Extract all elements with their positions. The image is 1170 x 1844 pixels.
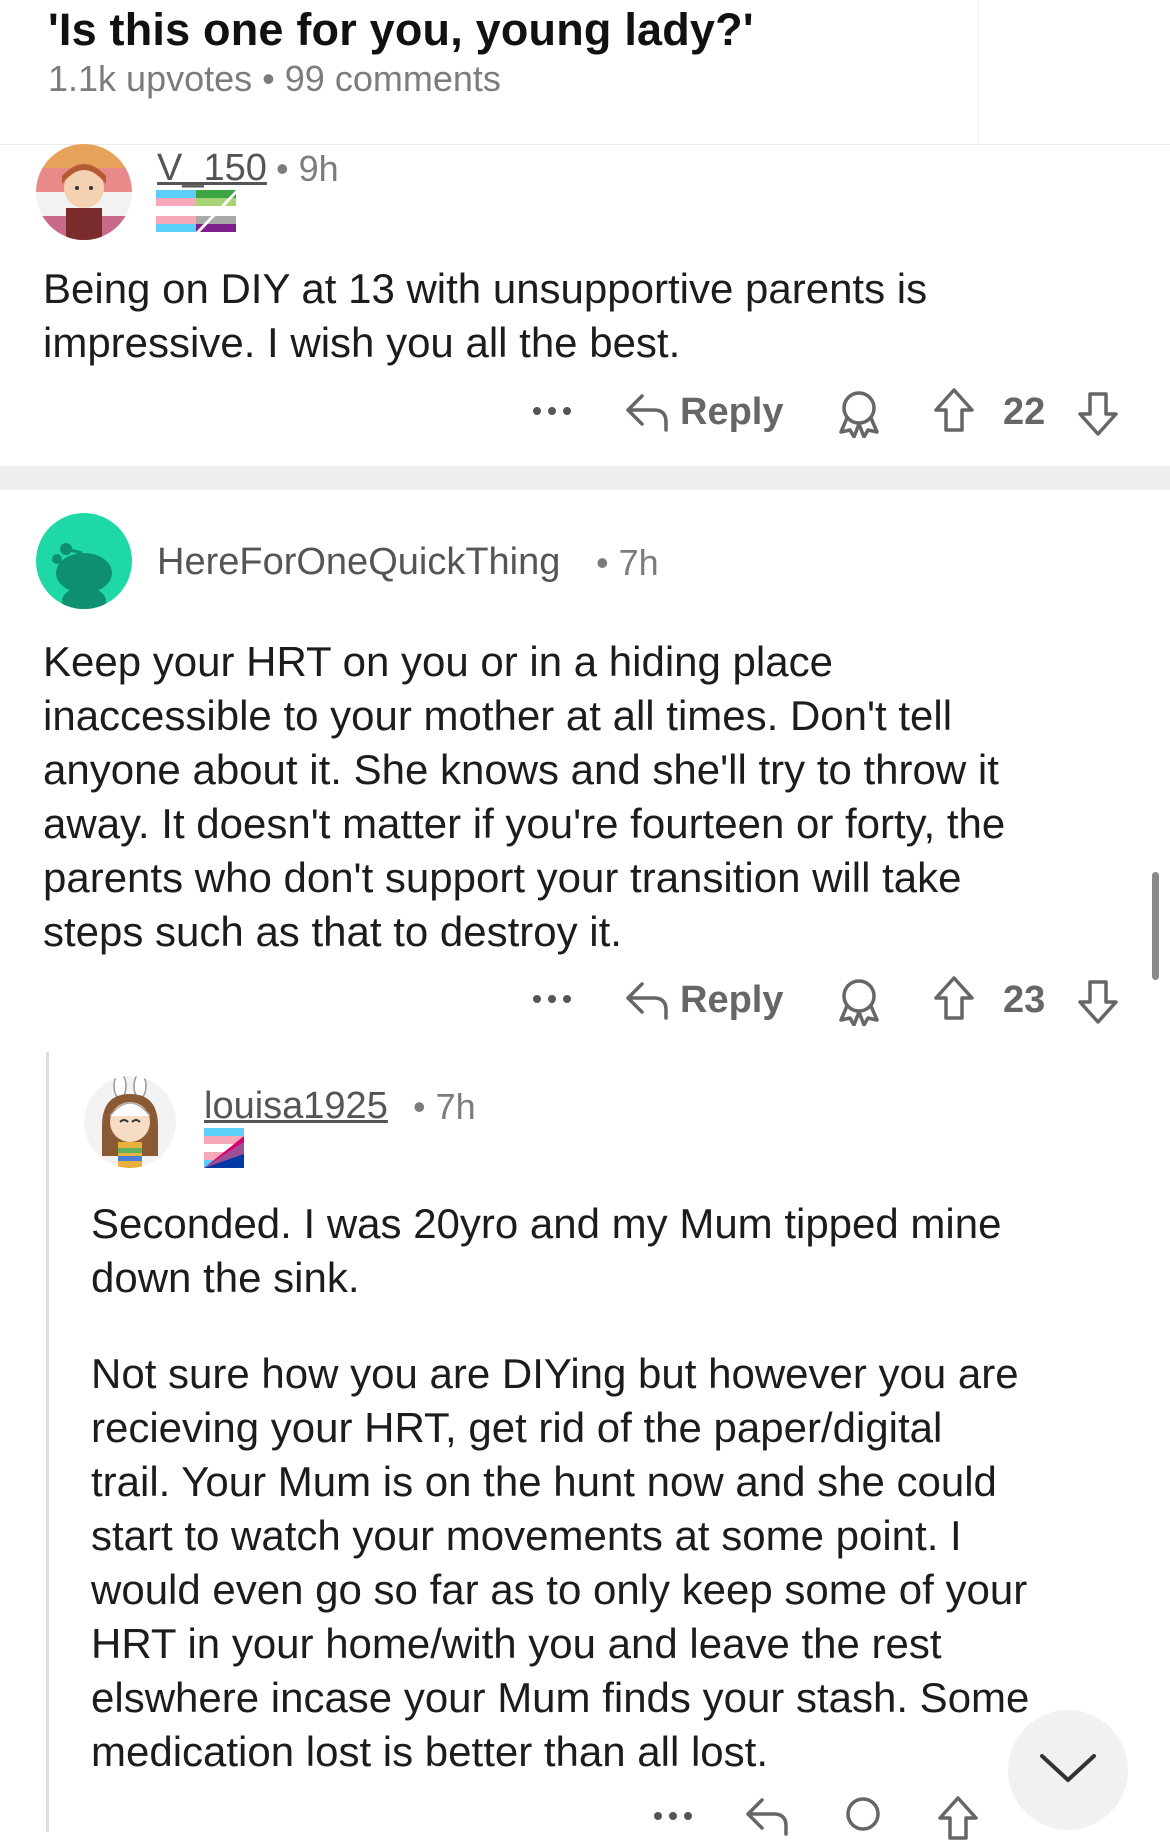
comment-separator	[0, 466, 1170, 490]
comment-body-line: Keep your HRT on you or in a hiding plac…	[43, 638, 833, 685]
post-title[interactable]: 'Is this one for you, young lady?'	[48, 4, 754, 56]
collapse-button[interactable]	[1008, 1710, 1128, 1830]
comment-body-line: would even go so far as to only keep som…	[91, 1566, 1028, 1613]
reply-label: Reply	[680, 390, 784, 433]
meta-separator: •	[596, 542, 609, 583]
comment-body-line: trail. Your Mum is on the hunt now and s…	[91, 1458, 997, 1505]
reply-arrow-icon	[624, 390, 670, 434]
award-icon[interactable]	[840, 1794, 886, 1844]
comment-body-line: away. It doesn't matter if you're fourte…	[43, 800, 1006, 847]
reply-button[interactable]: Reply	[624, 976, 783, 1024]
comment-body-line: elswhere incase your Mum finds your stas…	[91, 1674, 1030, 1721]
award-icon[interactable]	[836, 388, 882, 438]
comment-meta: • 7h	[596, 542, 659, 584]
comment-username[interactable]: louisa1925	[204, 1085, 388, 1128]
comment-body-line: impressive. I wish you all the best.	[43, 319, 681, 366]
upvote-icon[interactable]	[936, 1794, 980, 1842]
avatar[interactable]	[36, 513, 132, 609]
comment-body-line: down the sink.	[91, 1254, 360, 1301]
meta-separator: •	[276, 148, 289, 189]
comment-username[interactable]: HereForOneQuickThing	[157, 541, 560, 584]
comment-username[interactable]: V_150	[157, 147, 267, 190]
comment-body-line: Being on DIY at 13 with unsupportive par…	[43, 265, 928, 312]
upvote-count: 1.1k upvotes	[48, 58, 253, 99]
reply-arrow-icon	[624, 978, 670, 1022]
avatar[interactable]	[36, 144, 132, 240]
reply-button[interactable]: Reply	[624, 388, 783, 436]
comment-meta: • 9h	[276, 148, 339, 190]
comment-meta: • 7h	[413, 1086, 476, 1128]
comment-body-line: Not sure how you are DIYing but however …	[91, 1350, 1019, 1397]
comment-body-line: steps such as that to destroy it.	[43, 908, 622, 955]
reply-arrow-icon[interactable]	[744, 1794, 790, 1838]
comment-body-line: medication lost is better than all lost.	[91, 1728, 769, 1775]
comment-body-line: anyone about it. She knows and she'll tr…	[43, 746, 999, 793]
comment-body-line: HRT in your home/with you and leave the …	[91, 1620, 942, 1667]
meta-separator: •	[262, 58, 275, 99]
comment-body-line: inaccessible to your mother at all times…	[43, 692, 953, 739]
comment-body-line: Seconded. I was 20yro and my Mum tipped …	[91, 1200, 1002, 1247]
comment-body-line: start to watch your movements at some po…	[91, 1512, 962, 1559]
comment-body: Being on DIY at 13 with unsupportive par…	[43, 262, 1133, 370]
upvote-icon[interactable]	[932, 974, 976, 1022]
thread-line[interactable]	[46, 1052, 49, 1832]
award-icon[interactable]	[836, 976, 882, 1026]
chevron-down-icon	[1038, 1750, 1098, 1786]
downvote-icon[interactable]	[1076, 978, 1120, 1026]
downvote-icon[interactable]	[1076, 390, 1120, 438]
comment-body-line: recieving your HRT, get rid of the paper…	[91, 1404, 943, 1451]
more-icon[interactable]	[531, 983, 573, 1015]
comment-body-line: parents who don't support your transitio…	[43, 854, 962, 901]
user-flair-icon	[156, 190, 236, 232]
reply-label: Reply	[680, 978, 784, 1021]
avatar[interactable]	[84, 1076, 176, 1168]
more-icon[interactable]	[531, 395, 573, 427]
vote-score: 22	[1003, 390, 1046, 433]
vote-score: 23	[1003, 978, 1046, 1021]
header-divider	[978, 0, 979, 144]
comment-time: 7h	[435, 1086, 476, 1127]
comment-count[interactable]: 99 comments	[285, 58, 501, 99]
comment-body: Seconded. I was 20yro and my Mum tipped …	[91, 1197, 1151, 1779]
comment-time: 7h	[618, 542, 659, 583]
post-meta: 1.1k upvotes • 99 comments	[48, 58, 501, 100]
user-flair-icon	[204, 1128, 244, 1170]
comment-body: Keep your HRT on you or in a hiding plac…	[43, 635, 1143, 959]
upvote-icon[interactable]	[932, 386, 976, 434]
comment-time: 9h	[298, 148, 339, 189]
scrollbar-thumb[interactable]	[1152, 872, 1159, 980]
more-icon[interactable]	[652, 1800, 694, 1832]
meta-separator: •	[413, 1086, 426, 1127]
